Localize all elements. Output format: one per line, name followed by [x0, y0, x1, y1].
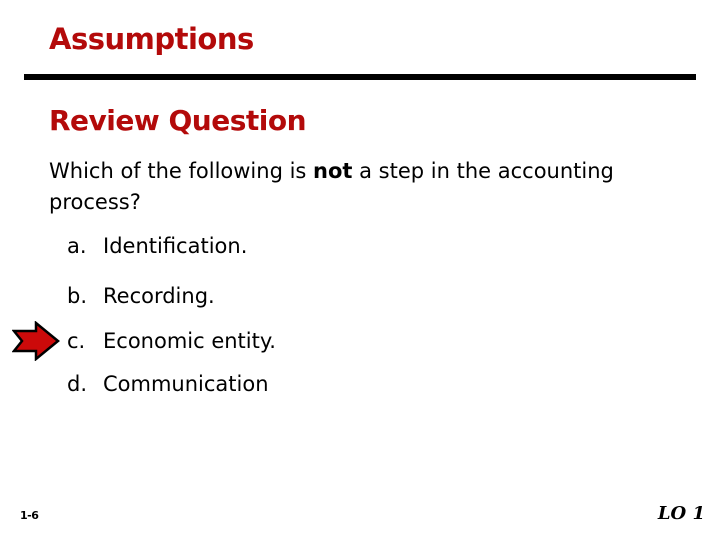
option-text: Recording. — [103, 284, 215, 308]
option-text: Communication — [103, 372, 269, 396]
section-title: Review Question — [49, 104, 307, 137]
option-letter: a. — [67, 234, 87, 258]
slide-number: 1-6 — [20, 509, 39, 522]
slide-title: Assumptions — [49, 22, 254, 56]
option-b: b. Recording. — [67, 284, 215, 308]
question-emphasis: not — [313, 159, 353, 183]
arrow-right-icon — [12, 321, 60, 361]
option-letter: b. — [67, 284, 88, 308]
learning-objective: LO 1 — [657, 503, 705, 524]
title-divider — [24, 74, 696, 80]
question-text: Which of the following is not a step in … — [49, 156, 669, 218]
option-a: a. Identification. — [67, 234, 247, 258]
option-d: d. Communication — [67, 372, 269, 396]
question-text-before: Which of the following is — [49, 159, 314, 183]
option-letter: d. — [67, 372, 88, 396]
option-text: Economic entity. — [103, 329, 276, 353]
option-text: Identification. — [103, 234, 248, 258]
option-c: c. Economic entity. — [67, 329, 276, 353]
option-letter: c. — [67, 329, 86, 353]
